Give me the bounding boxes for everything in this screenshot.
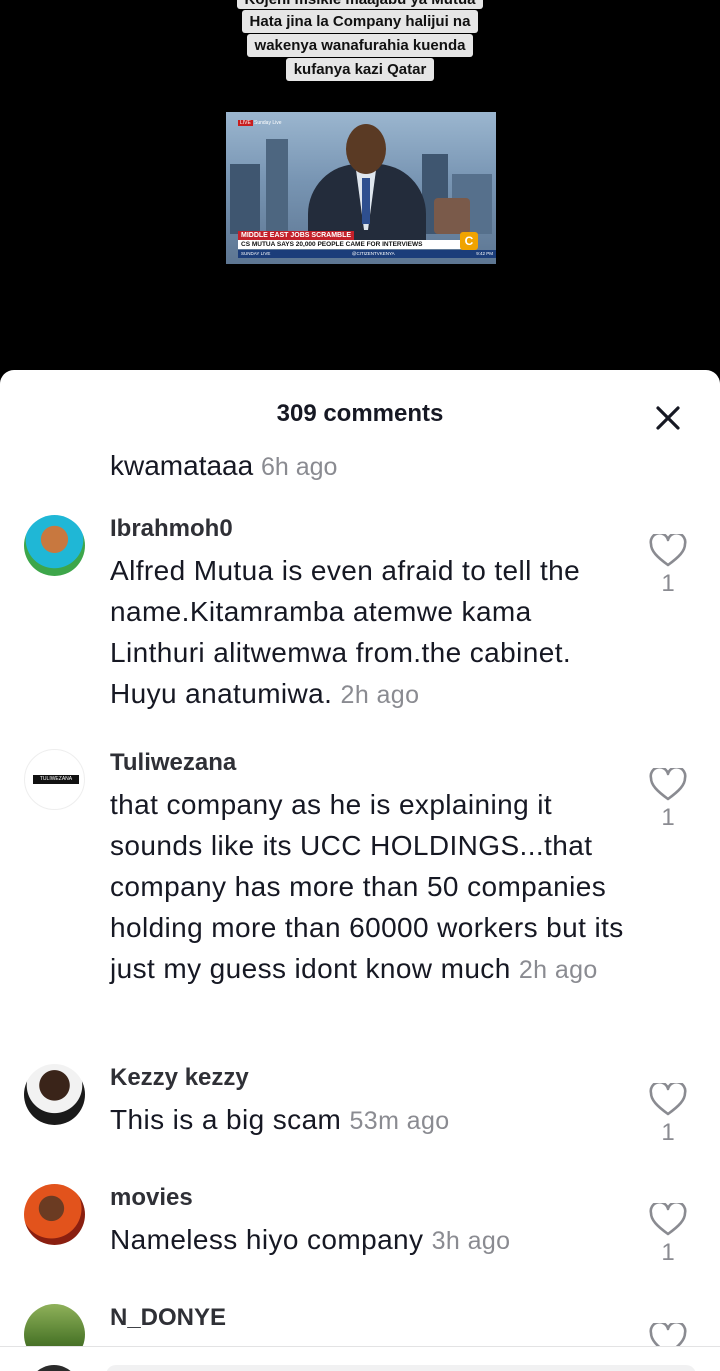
comment-content: Nameless hiyo company 3h ago — [110, 1219, 630, 1262]
comment-content: This is a big scam 53m ago — [110, 1099, 630, 1142]
comment-timestamp: 53m ago — [349, 1107, 450, 1135]
news-headline: MIDDLE EAST JOBS SCRAMBLE — [238, 231, 355, 240]
ticker-handle: @CITIZENTVKENYA — [351, 251, 395, 256]
avatar[interactable] — [24, 515, 85, 576]
comment-username[interactable]: movies — [110, 1183, 630, 1213]
channel-logo: C — [460, 232, 478, 250]
avatar[interactable]: TULIWEZANA — [24, 749, 85, 810]
live-badge: LIVE — [238, 120, 253, 126]
comment-body: Ibrahmoh0 Alfred Mutua is even afraid to… — [110, 514, 630, 716]
close-button[interactable] — [650, 400, 686, 436]
comment-timestamp: 2h ago — [518, 956, 598, 984]
live-label: Sunday Live — [254, 120, 282, 126]
comment-timestamp: 2h ago — [340, 681, 420, 709]
like-button[interactable]: 1 — [648, 1083, 688, 1147]
comment-text: kwamataaa — [110, 450, 254, 481]
heart-icon — [649, 534, 687, 567]
comment-input-bar — [0, 1346, 720, 1371]
news-ticker: SUNDAY LIVE @CITIZENTVKENYA 9:42 PM — [238, 250, 496, 258]
like-button[interactable]: 1 — [648, 1203, 688, 1267]
presenter-tie — [362, 178, 370, 224]
comment-body: Kezzy kezzy This is a big scam 53m ago — [110, 1063, 630, 1142]
avatar-logo-text: TULIWEZANA — [33, 775, 79, 784]
comment-username[interactable]: Kezzy kezzy — [110, 1063, 630, 1093]
avatar[interactable] — [24, 1184, 85, 1245]
caption-line: Hata jina la Company halijui na — [241, 10, 479, 33]
comment-text: that company as he is explaining it soun… — [110, 789, 624, 984]
add-comment-input[interactable] — [106, 1365, 696, 1371]
partial-comment: kwamataaa 6h ago — [110, 450, 337, 482]
video-player[interactable]: Kojeni msikie maajabu ya Mutua Hata jina… — [0, 0, 720, 380]
caption-line: kufanya kazi Qatar — [285, 58, 435, 81]
caption-line: Kojeni msikie maajabu ya Mutua — [236, 0, 484, 9]
comment-username[interactable]: Tuliwezana — [110, 748, 630, 778]
news-subheadline: CS MUTUA SAYS 20,000 PEOPLE CAME FOR INT… — [238, 240, 466, 249]
comment-timestamp: 3h ago — [431, 1227, 511, 1255]
like-button[interactable]: 1 — [648, 768, 688, 832]
caption-line: wakenya wanafurahia kuenda — [246, 34, 474, 57]
building-shape — [230, 164, 260, 234]
heart-icon — [649, 1203, 687, 1236]
news-broadcast-frame: LIVE Sunday Live MIDDLE EAST JOBS SCRAMB… — [226, 112, 496, 264]
like-count: 1 — [661, 570, 675, 597]
comment-text: Nameless hiyo company — [110, 1224, 424, 1255]
comment-body: movies Nameless hiyo company 3h ago — [110, 1183, 630, 1262]
comment-username[interactable]: Ibrahmoh0 — [110, 514, 630, 544]
comment-body: N_DONYE — [110, 1303, 630, 1333]
comment-timestamp: 6h ago — [260, 453, 338, 481]
like-count: 1 — [661, 1119, 675, 1146]
ticker-show-name: SUNDAY LIVE — [241, 251, 271, 256]
presenter-head — [346, 124, 386, 174]
like-count: 1 — [661, 1239, 675, 1266]
like-button[interactable]: 1 — [648, 534, 688, 598]
comment-content: Alfred Mutua is even afraid to tell the … — [110, 550, 630, 716]
comment-content: that company as he is explaining it soun… — [110, 784, 630, 991]
close-icon — [656, 406, 680, 430]
video-caption: Kojeni msikie maajabu ya Mutua Hata jina… — [0, 0, 720, 81]
sign-language-inset — [434, 198, 470, 234]
my-avatar — [28, 1365, 80, 1371]
comment-text: This is a big scam — [110, 1104, 342, 1135]
comments-count-title: 309 comments — [276, 400, 444, 427]
like-count: 1 — [661, 804, 675, 831]
ticker-time: 9:42 PM — [476, 251, 493, 256]
heart-icon — [649, 768, 687, 801]
avatar[interactable] — [24, 1064, 85, 1125]
heart-icon — [649, 1083, 687, 1116]
comments-sheet: 309 comments kwamataaa 6h ago Ibrahmoh0 … — [0, 370, 720, 1371]
building-shape — [266, 139, 288, 234]
comment-username[interactable]: N_DONYE — [110, 1303, 630, 1333]
comment-body: Tuliwezana that company as he is explain… — [110, 748, 630, 991]
